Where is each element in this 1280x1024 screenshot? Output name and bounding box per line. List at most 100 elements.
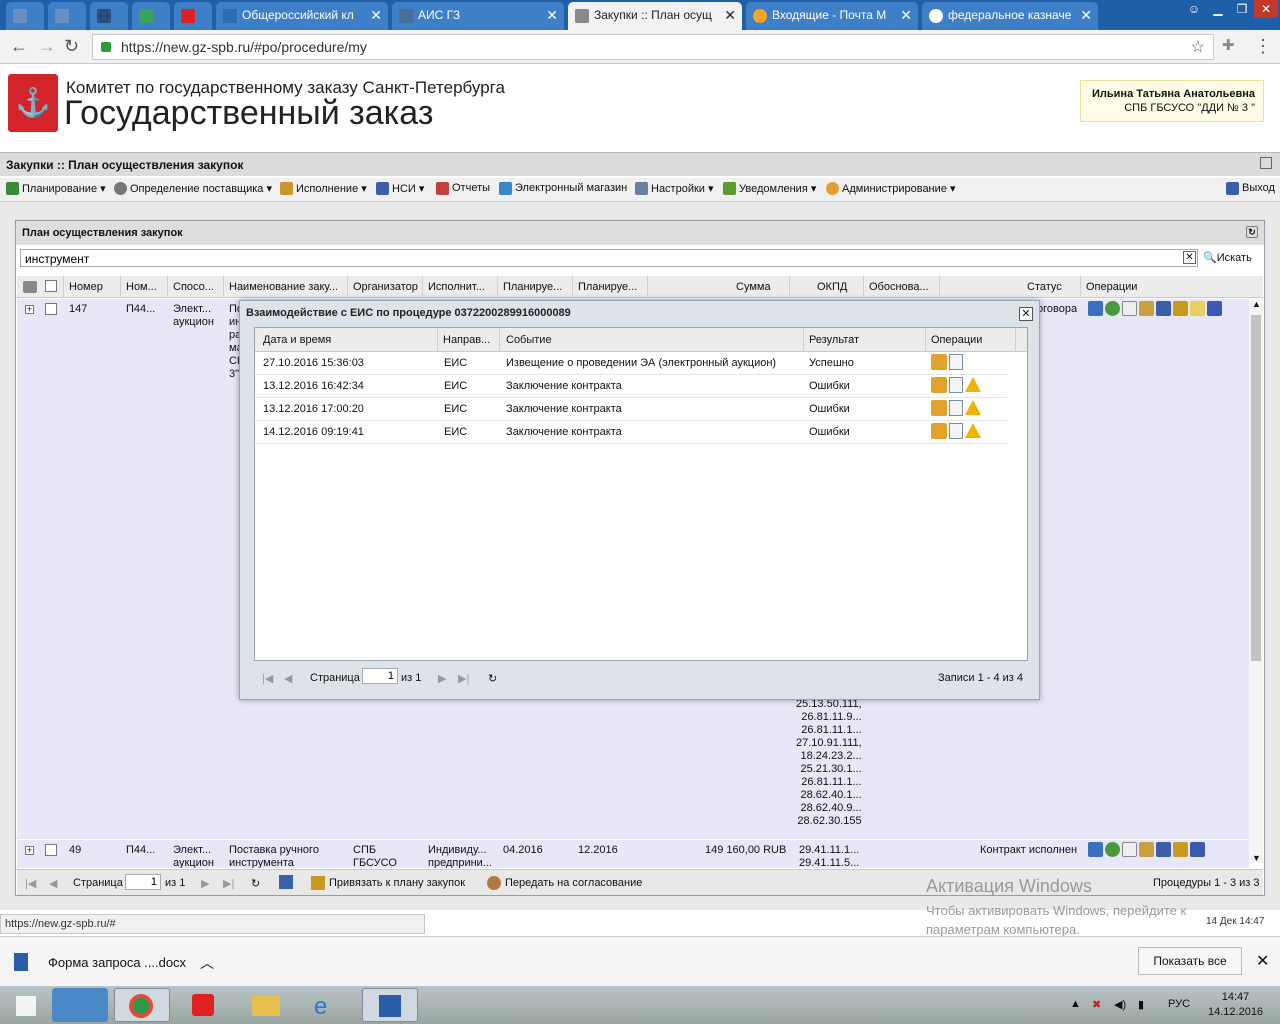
minimize-icon[interactable]: ▁ — [1206, 0, 1230, 18]
library-icon[interactable] — [1190, 842, 1205, 857]
extension-icon[interactable]: ✚ — [1222, 37, 1235, 55]
menu-icon[interactable]: ⋮ — [1254, 37, 1272, 55]
page-number-input[interactable] — [362, 668, 398, 684]
next-page-icon[interactable]: ▶ — [438, 672, 446, 685]
browser-tab-zakupki[interactable]: Закупки :: План осущ ✕ — [568, 2, 742, 30]
package-icon[interactable] — [931, 354, 947, 370]
close-icon[interactable]: ✕ — [370, 7, 382, 24]
taskbar-yandex[interactable] — [176, 988, 232, 1022]
show-all-button[interactable]: Показать все — [1138, 947, 1242, 975]
close-icon[interactable]: ✕ — [1019, 307, 1033, 321]
last-page-icon[interactable]: ▶| — [458, 672, 469, 685]
browser-tab-google[interactable]: федеральное казначе ✕ — [922, 2, 1098, 30]
package-icon[interactable] — [931, 377, 947, 393]
warning-icon[interactable] — [965, 423, 981, 438]
taskbar-chrome[interactable] — [114, 988, 170, 1022]
col-operations[interactable]: Операции — [1086, 281, 1146, 293]
table-row[interactable]: 27.10.2016 15:36:03 ЕИС Извещение о пров… — [255, 352, 1007, 375]
menu-supplier[interactable]: Определение поставщика ▾ — [114, 182, 272, 195]
col-plan-start[interactable]: Планируе... — [503, 281, 573, 293]
menu-nsi[interactable]: НСИ ▾ — [376, 182, 424, 195]
taskbar-sound-app[interactable] — [52, 988, 108, 1022]
browser-tab-4[interactable] — [132, 2, 170, 30]
scroll-icon[interactable] — [1173, 301, 1188, 316]
row-checkbox[interactable] — [45, 844, 57, 856]
browser-tab-3[interactable] — [90, 2, 128, 30]
close-icon[interactable]: ✕ — [546, 7, 558, 24]
chart-icon[interactable] — [1088, 842, 1103, 857]
document-icon[interactable] — [949, 354, 963, 370]
chevron-up-icon[interactable]: ︿ — [200, 953, 214, 973]
gear-icon[interactable] — [1105, 842, 1120, 857]
warning-icon[interactable] — [965, 400, 981, 415]
menu-planning[interactable]: Планирование ▾ — [6, 182, 106, 195]
document-icon[interactable] — [1122, 301, 1137, 316]
package-icon[interactable] — [931, 400, 947, 416]
emblem-icon[interactable] — [1139, 842, 1154, 857]
col-num2[interactable]: Ном... — [126, 281, 168, 293]
col-method[interactable]: Спосо... — [173, 281, 223, 293]
first-page-icon[interactable]: |◀ — [262, 672, 273, 685]
star-icon[interactable]: ☆ — [1191, 37, 1205, 57]
first-page-icon[interactable]: |◀ — [25, 877, 36, 890]
warning-icon[interactable] — [965, 377, 981, 392]
package-icon[interactable] — [931, 423, 947, 439]
emblem-icon[interactable] — [1139, 301, 1154, 316]
tray-chevron-icon[interactable]: ▲ — [1070, 998, 1081, 1010]
restore-icon[interactable]: ❐ — [1230, 0, 1254, 18]
document-icon[interactable] — [949, 423, 963, 439]
search-button[interactable]: 🔍Искать — [1203, 251, 1252, 264]
library-icon[interactable] — [1207, 301, 1222, 316]
taskbar-word[interactable] — [362, 988, 418, 1022]
col-name[interactable]: Наименование заку... — [229, 281, 349, 293]
close-icon[interactable]: ✕ — [1080, 7, 1092, 24]
menu-exit[interactable]: Выход — [1226, 182, 1275, 195]
expand-icon[interactable]: + — [25, 305, 34, 314]
col-event[interactable]: Событие — [506, 334, 552, 346]
volume-icon[interactable]: ◀) — [1114, 998, 1126, 1011]
expand-icon[interactable]: + — [25, 846, 34, 855]
select-all-checkbox[interactable] — [45, 280, 57, 292]
browser-tab-2[interactable] — [48, 2, 86, 30]
refresh-icon[interactable]: ↻ — [488, 672, 497, 685]
menu-admin[interactable]: Администрирование ▾ — [826, 182, 955, 195]
clear-search-icon[interactable]: ✕ — [1183, 251, 1196, 264]
clock[interactable]: 14:47 14.12.2016 — [1208, 990, 1263, 1020]
col-direction[interactable]: Направ... — [443, 334, 490, 346]
send-approval-button[interactable]: Передать на согласование — [487, 876, 642, 890]
forward-icon[interactable]: → — [38, 37, 56, 55]
close-icon[interactable]: ✕ — [900, 7, 912, 24]
report-icon[interactable] — [1156, 842, 1171, 857]
col-executor[interactable]: Исполнит... — [428, 281, 498, 293]
document-icon[interactable] — [949, 400, 963, 416]
col-okpd[interactable]: ОКПД — [817, 281, 857, 293]
browser-tab-okpd[interactable]: Общероссийский кл ✕ — [216, 2, 388, 30]
col-justification[interactable]: Обоснова... — [869, 281, 937, 293]
user-icon[interactable]: ☺ — [1182, 0, 1206, 18]
table-row[interactable]: + 49 П44... Элект... аукцион Поставка ру… — [17, 840, 1249, 868]
back-icon[interactable]: ← — [10, 37, 28, 55]
report-icon[interactable] — [1156, 301, 1171, 316]
col-status[interactable]: Статус — [1027, 281, 1077, 293]
browser-tab-1[interactable] — [6, 2, 44, 30]
col-operations[interactable]: Операции — [931, 334, 982, 346]
reload-icon[interactable]: ↻ — [64, 37, 79, 55]
download-item[interactable]: Форма запроса ....docx — [14, 953, 186, 971]
table-row[interactable]: 13.12.2016 17:00:20 ЕИС Заключение контр… — [255, 398, 1007, 421]
col-result[interactable]: Результат — [809, 334, 859, 346]
filter-icon[interactable] — [23, 281, 37, 293]
menu-notifications[interactable]: Уведомления ▾ — [723, 182, 816, 195]
prev-page-icon[interactable]: ◀ — [284, 672, 292, 685]
menu-settings[interactable]: Настройки ▾ — [635, 182, 714, 195]
close-icon[interactable]: ✕ — [1256, 951, 1269, 971]
next-page-icon[interactable]: ▶ — [201, 877, 209, 890]
row-checkbox[interactable] — [45, 303, 57, 315]
menu-reports[interactable]: Отчеты — [436, 182, 490, 195]
bind-plan-button[interactable]: Привязать к плану закупок — [311, 876, 465, 890]
document-icon[interactable] — [949, 377, 963, 393]
menu-execution[interactable]: Исполнение ▾ — [280, 182, 367, 195]
browser-tab-ais-gz[interactable]: АИС ГЗ ✕ — [392, 2, 564, 30]
close-icon[interactable]: ✕ — [724, 7, 736, 24]
chart-icon[interactable] — [1088, 301, 1103, 316]
coins-icon[interactable] — [1190, 301, 1205, 316]
